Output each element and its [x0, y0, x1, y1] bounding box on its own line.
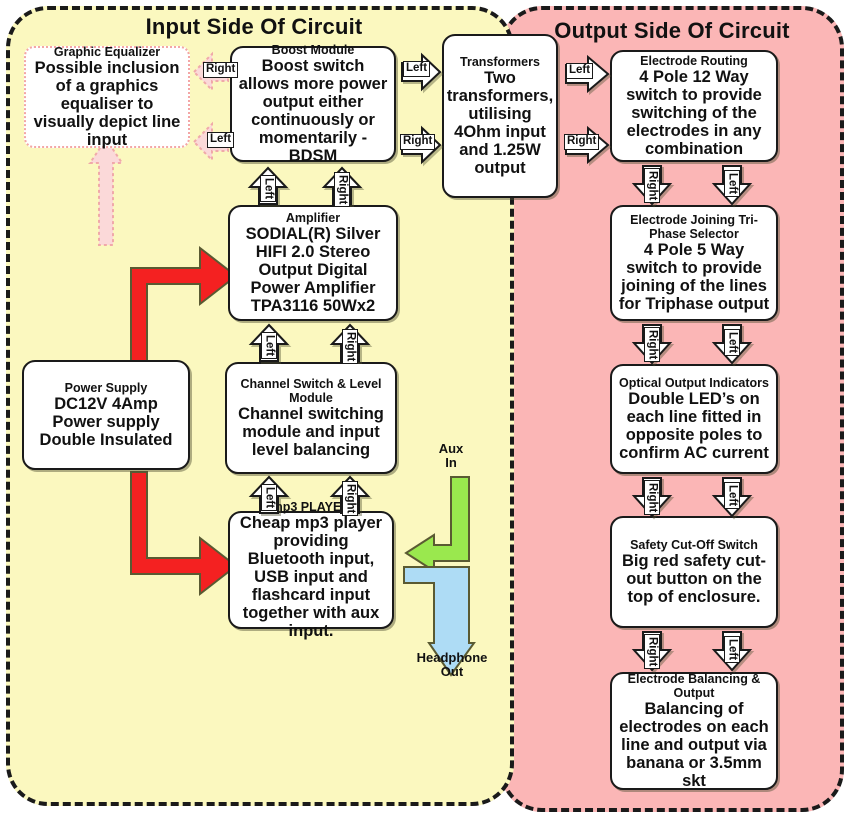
arrow-label-chan-amp-left: Left — [261, 332, 277, 360]
arrow-label-mp3-chan-left: Left — [261, 484, 277, 512]
graphic-equalizer-body: Possible inclusion of a graphics equalis… — [33, 58, 181, 150]
boost-module-body: Boost switch allows more power output ei… — [238, 56, 388, 166]
box-electrode-routing[interactable]: Electrode Routing 4 Pole 12 Way switch t… — [610, 50, 778, 162]
arrow-label-routing-joining-left: Left — [724, 170, 740, 198]
arrow-label-amp-boost-left: Left — [260, 175, 276, 203]
arrow-label-optical-safety-right: Right — [644, 480, 660, 516]
box-transformers[interactable]: Transformers Two transformers, utilising… — [442, 34, 558, 198]
channel-switch-body: Channel switching module and input level… — [238, 404, 384, 460]
electrode-routing-header: Electrode Routing — [640, 53, 748, 68]
channel-switch-header: Channel Switch & Level Module — [240, 376, 382, 405]
input-panel-title: Input Side Of Circuit — [145, 14, 363, 39]
arrow-label-joining-optical-left: Left — [724, 329, 740, 357]
arrow-label-boost-transformer-left: Left — [403, 61, 431, 77]
arrow-label-boost-transformer-right: Right — [400, 134, 436, 150]
box-electrode-joining[interactable]: Electrode Joining Tri-Phase Selector 4 P… — [610, 205, 778, 321]
amplifier-body: SODIAL(R) Silver HIFI 2.0 Stereo Output … — [245, 224, 381, 316]
boost-module-header: Boost Module — [271, 42, 355, 57]
arrow-label-amp-boost-right: Right — [334, 172, 350, 208]
arrow-label-safety-balancing-left: Left — [724, 636, 740, 664]
mp3-player-body: Cheap mp3 player providing Bluetooth inp… — [239, 513, 383, 641]
power-to-mp3-connector — [130, 471, 238, 597]
aux-in-connector — [404, 476, 470, 573]
electrode-joining-body: 4 Pole 5 Way switch to provide joining o… — [618, 240, 770, 314]
power-to-amplifier-connector — [130, 245, 238, 379]
arrow-label-optical-safety-left: Left — [724, 482, 740, 510]
box-power-supply[interactable]: Power Supply DC12V 4Amp Power supply Dou… — [22, 360, 190, 470]
box-boost-module[interactable]: Boost Module Boost switch allows more po… — [230, 42, 396, 165]
arrow-label-mp3-chan-right: Right — [342, 481, 358, 517]
equalizer-feed-arrow — [88, 137, 124, 246]
box-channel-switch[interactable]: Channel Switch & Level Module Channel sw… — [225, 362, 397, 474]
transformers-body: Two transformers, utilising 4Ohm input a… — [446, 68, 554, 178]
electrode-joining-header: Electrode Joining Tri-Phase Selector — [630, 212, 758, 241]
arrow-label-joining-optical-right: Right — [644, 327, 660, 363]
power-supply-header: Power Supply — [64, 380, 148, 395]
electrode-routing-body: 4 Pole 12 Way switch to provide switchin… — [626, 67, 762, 159]
safety-cutoff-body: Big red safety cut-out button on the top… — [622, 551, 766, 607]
power-supply-body: DC12V 4Amp Power supply Double Insulated — [39, 394, 173, 450]
arrow-label-routing-joining-right: Right — [644, 168, 660, 204]
diagram-canvas: Input Side Of Circuit Output Side Of Cir… — [0, 0, 850, 818]
arrow-label-transformer-routing-left: Left — [566, 63, 594, 79]
optical-output-body: Double LED’s on each line fitted in oppo… — [619, 389, 769, 463]
arrow-label-eq-right: Right — [203, 62, 239, 78]
headphone-out-label: Headphone Out — [416, 650, 488, 680]
optical-output-header: Optical Output Indicators — [618, 375, 769, 390]
box-graphic-equalizer[interactable]: Graphic Equalizer Possible inclusion of … — [24, 44, 190, 150]
arrow-label-transformer-routing-right: Right — [564, 134, 600, 150]
arrow-label-safety-balancing-right: Right — [644, 634, 660, 670]
transformers-header: Transformers — [460, 54, 540, 69]
safety-cutoff-header: Safety Cut-Off Switch — [630, 537, 758, 552]
electrode-balancing-body: Balancing of electrodes on each line and… — [619, 699, 769, 791]
box-safety-cutoff[interactable]: Safety Cut-Off Switch Big red safety cut… — [610, 516, 778, 628]
box-optical-output[interactable]: Optical Output Indicators Double LED’s o… — [610, 364, 778, 474]
aux-in-label: Aux In — [438, 441, 464, 471]
box-amplifier[interactable]: Amplifier SODIAL(R) Silver HIFI 2.0 Ster… — [228, 205, 398, 321]
box-electrode-balancing[interactable]: Electrode Balancing & Output Balancing o… — [610, 672, 778, 790]
box-mp3-player[interactable]: mp3 PLAYER Cheap mp3 player providing Bl… — [228, 500, 394, 640]
amplifier-header: Amplifier — [285, 210, 341, 225]
electrode-balancing-header: Electrode Balancing & Output — [627, 671, 761, 700]
arrow-label-eq-left: Left — [207, 132, 235, 148]
arrow-label-chan-amp-right: Right — [342, 329, 358, 365]
graphic-equalizer-header: Graphic Equalizer — [53, 44, 161, 59]
